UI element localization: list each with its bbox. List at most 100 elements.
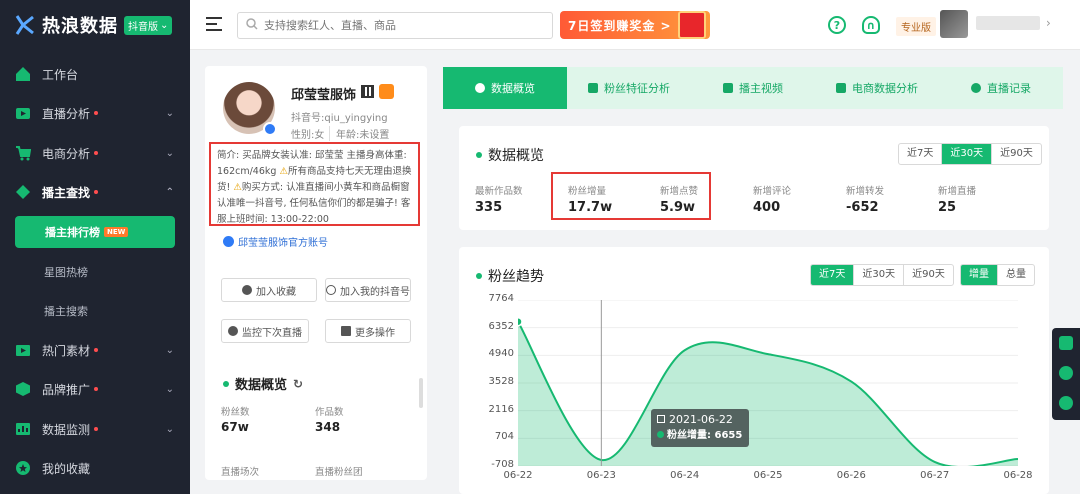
search-box[interactable] [237, 12, 553, 39]
profile-overview-title: 数据概览 ↻ [223, 374, 303, 393]
star-icon [14, 459, 32, 477]
metric-label: 新增评论 [753, 186, 792, 197]
range-30d[interactable]: 近30天 [854, 265, 905, 285]
chevron-down-icon: ⌄ [165, 423, 174, 435]
notification-dot [94, 387, 99, 391]
tab-overview[interactable]: 数据概览 [443, 67, 567, 109]
right-float-rail [1052, 328, 1080, 420]
sidebar-item-workbench[interactable]: 工作台 [0, 55, 190, 93]
x-tick-label: 06-28 [1003, 470, 1033, 481]
stat-label: 作品数 [315, 407, 344, 418]
highlight-box [551, 172, 711, 220]
sidebar-item-data-monitor[interactable]: 数据监测 ⌄ [0, 410, 190, 448]
tab-fan-analysis[interactable]: 粉丝特征分析 [567, 67, 691, 109]
gift-icon [678, 11, 706, 39]
headset-icon[interactable] [1059, 366, 1073, 380]
age: 年龄:未设置 [329, 126, 389, 141]
favorite-icon [242, 285, 252, 295]
tab-videos[interactable]: 播主视频 [691, 67, 815, 109]
sidebar-item-ecommerce[interactable]: 电商分析 ⌄ [0, 134, 190, 172]
notification-dot [94, 348, 99, 352]
plus-icon [326, 285, 336, 295]
warning-icon: ⚠ [233, 182, 242, 193]
button-label: 更多操作 [355, 327, 395, 339]
x-tick-label: 06-26 [836, 470, 866, 481]
y-tick-label: 6352 [488, 320, 514, 332]
douyin-id: 抖音号:qiu_yingying [291, 113, 388, 124]
verified-icon [223, 236, 234, 247]
range-30d[interactable]: 近30天 [942, 144, 993, 164]
home-icon [14, 65, 32, 83]
metric-value: 400 [753, 200, 781, 215]
sidebar-item-label: 工作台 [42, 67, 79, 82]
stat-value: 348 [315, 420, 341, 434]
sidebar-item-label: 品牌推广 [42, 382, 91, 397]
range-7d[interactable]: 近7天 [899, 144, 943, 164]
wechat-icon[interactable] [1059, 396, 1073, 410]
add-favorite-button[interactable]: 加入收藏 [221, 278, 317, 302]
tooltip-value: 6655 [714, 430, 743, 441]
fans-trend-chart[interactable] [518, 300, 1018, 466]
chart-icon [14, 420, 32, 438]
user-name[interactable] [976, 16, 1040, 30]
official-account-link[interactable]: 邱莹莹服饰官方账号 [223, 234, 328, 249]
menu-toggle-icon[interactable] [206, 17, 222, 31]
sidebar: 热浪数据 抖音版 ⌄ 工作台 直播分析 ⌄ 电商分析 ⌄ 播主查找 ⌃ 播主排行榜… [0, 0, 190, 494]
chevron-right-icon[interactable]: › [1046, 16, 1051, 30]
y-tick-label: 3528 [488, 376, 514, 387]
search-icon [246, 18, 258, 33]
stat-label: 直播场次 [221, 467, 260, 478]
sidebar-item-label: 电商分析 [42, 146, 91, 161]
scrollbar[interactable] [419, 378, 423, 408]
help-icon[interactable]: ? [828, 16, 846, 34]
calendar-icon [657, 415, 665, 423]
data-point[interactable] [518, 316, 523, 327]
new-badge: NEW [104, 227, 129, 237]
sidebar-subitem-star-chart[interactable]: 星图热榜 [0, 254, 190, 290]
tab-live-records[interactable]: 直播记录 [939, 67, 1063, 109]
y-tick-label: -708 [491, 459, 514, 470]
logo-icon [14, 14, 36, 36]
shop-icon[interactable] [379, 84, 394, 99]
mode-total[interactable]: 总量 [998, 265, 1034, 285]
y-tick-label: 2116 [488, 403, 514, 415]
range-90d[interactable]: 近90天 [904, 265, 953, 285]
calendar-icon[interactable] [1059, 336, 1073, 350]
app-logo[interactable]: 热浪数据 抖音版 ⌄ [14, 12, 173, 38]
search-input[interactable] [264, 19, 544, 32]
mode-increment[interactable]: 增量 [961, 265, 998, 285]
sidebar-item-live-analysis[interactable]: 直播分析 ⌄ [0, 94, 190, 132]
gender: 性别:女 [291, 130, 325, 141]
range-90d[interactable]: 近90天 [992, 144, 1041, 164]
qr-code-icon[interactable] [361, 85, 374, 98]
tab-ecommerce[interactable]: 电商数据分析 [815, 67, 939, 109]
button-label: 监控下次直播 [242, 327, 302, 339]
button-label: 加入收藏 [256, 286, 296, 298]
more-actions-button[interactable]: 更多操作 [325, 319, 411, 343]
range-7d[interactable]: 近7天 [811, 265, 855, 285]
sidebar-item-brand-promo[interactable]: 品牌推广 ⌄ [0, 370, 190, 408]
trend-mode-selector: 增量 总量 [960, 264, 1035, 286]
monitor-live-button[interactable]: 监控下次直播 [221, 319, 309, 343]
diamond-icon [14, 183, 32, 201]
checkin-promo-banner[interactable]: 7日签到赚奖金 > [560, 11, 710, 39]
sidebar-subitem-ranking[interactable]: 播主排行榜 NEW [15, 216, 175, 248]
notification-dot [94, 427, 99, 431]
add-to-my-accounts-button[interactable]: 加入我的抖音号 [325, 278, 411, 302]
headset-icon[interactable]: ∩ [862, 16, 880, 34]
refresh-icon[interactable]: ↻ [293, 377, 303, 391]
sidebar-item-hot-material[interactable]: 热门素材 ⌄ [0, 331, 190, 369]
x-tick-label: 06-25 [753, 470, 783, 481]
sidebar-subitem-anchor-search[interactable]: 播主搜索 [0, 293, 190, 329]
user-avatar[interactable] [940, 10, 968, 38]
trend-range-selector: 近7天 近30天 近90天 [810, 264, 954, 286]
y-tick-label: 4940 [488, 348, 514, 360]
tab-label: 直播记录 [987, 82, 1031, 95]
grid-icon [341, 326, 351, 336]
sidebar-item-anchor-search[interactable]: 播主查找 ⌃ [0, 173, 190, 211]
sidebar-item-favorites[interactable]: 我的收藏 [0, 449, 190, 487]
sidebar-item-label: 热门素材 [42, 343, 91, 358]
platform-label: 抖音版 [128, 21, 158, 33]
clock-icon [971, 83, 981, 93]
platform-switcher[interactable]: 抖音版 ⌄ [124, 15, 173, 35]
